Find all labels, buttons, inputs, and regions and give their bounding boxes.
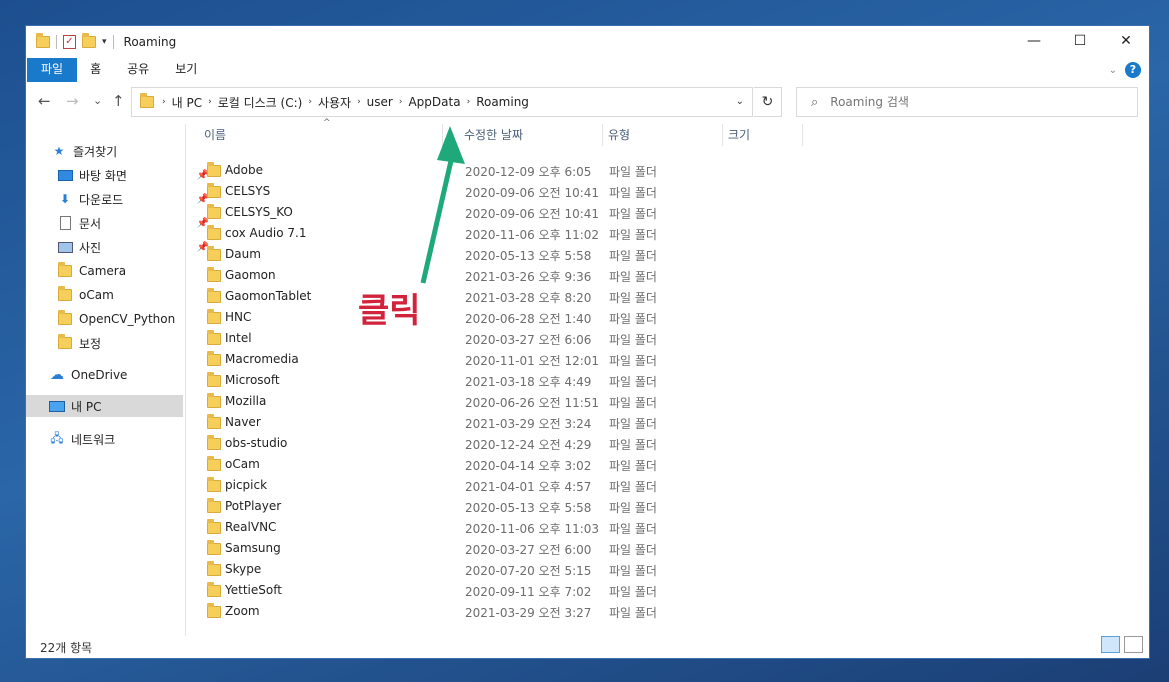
- annotation-label: 클릭: [358, 291, 421, 331]
- arrow-shaft: [420, 151, 456, 284]
- annotation-arrow: [420, 126, 465, 284]
- arrow-head: [437, 126, 465, 164]
